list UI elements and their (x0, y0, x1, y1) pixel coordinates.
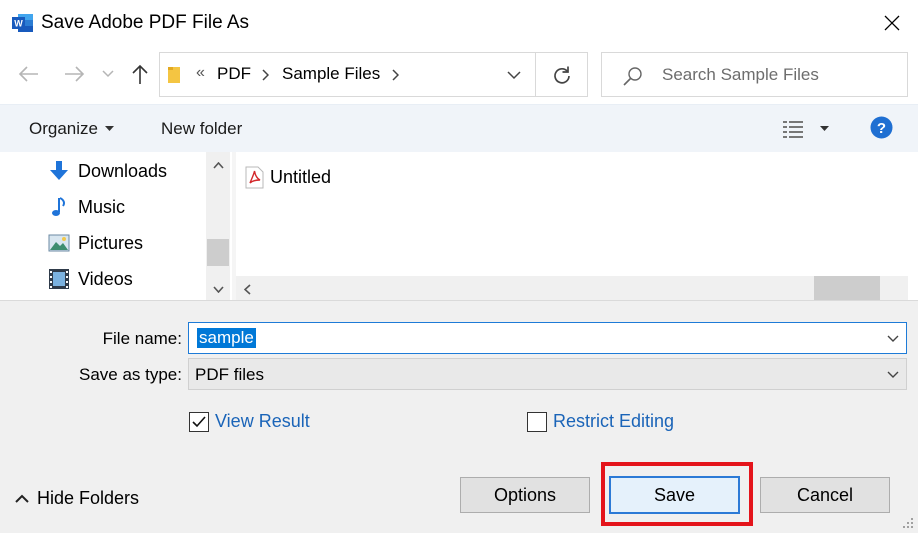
restrict-editing-option[interactable]: Restrict Editing (527, 411, 674, 432)
chevron-right-icon[interactable] (391, 69, 399, 81)
sidebar-item-videos[interactable]: Videos (48, 262, 133, 296)
svg-text:?: ? (877, 120, 886, 137)
view-options-button[interactable] (782, 119, 829, 139)
sidebar-item-label: Videos (78, 268, 133, 289)
arrow-right-icon (65, 66, 85, 82)
address-bar[interactable]: « PDF Sample Files (159, 52, 536, 97)
scrollbar-thumb[interactable] (814, 276, 880, 302)
scroll-up-icon[interactable] (213, 162, 224, 169)
navigation-scrollbar[interactable] (206, 152, 230, 300)
cancel-button[interactable]: Cancel (760, 477, 890, 513)
save-highlight-box (601, 462, 753, 526)
view-result-label[interactable]: View Result (215, 411, 310, 432)
organize-label: Organize (29, 119, 98, 138)
close-icon (884, 15, 900, 31)
hide-folders-button[interactable]: Hide Folders (15, 488, 139, 509)
breadcrumb-overflow[interactable]: « (196, 64, 205, 82)
sidebar-item-music[interactable]: Music (48, 190, 125, 224)
scroll-down-icon[interactable] (213, 286, 224, 293)
sidebar-item-pictures[interactable]: Pictures (48, 226, 143, 260)
organize-button[interactable]: Organize (29, 119, 114, 139)
chevron-down-icon[interactable] (887, 335, 899, 343)
refresh-button[interactable] (536, 52, 588, 97)
scrollbar-thumb[interactable] (207, 239, 229, 266)
help-icon[interactable]: ? (870, 116, 893, 139)
checkmark-icon (192, 415, 206, 427)
file-name-value: sample (197, 328, 256, 348)
recent-locations-button[interactable] (96, 58, 120, 90)
close-button[interactable] (872, 6, 912, 40)
view-result-option[interactable]: View Result (189, 411, 310, 432)
search-input[interactable]: Search Sample Files (601, 52, 908, 97)
save-type-value: PDF files (195, 365, 264, 384)
breadcrumb-sample-files[interactable]: Sample Files (282, 64, 380, 84)
chevron-down-icon[interactable] (507, 71, 521, 80)
caret-down-icon (820, 126, 829, 131)
command-bar: Organize New folder ? (0, 104, 918, 152)
arrow-left-icon (18, 66, 38, 82)
hide-folders-label: Hide Folders (37, 488, 140, 508)
horizontal-scrollbar[interactable] (236, 276, 900, 302)
view-result-checkbox[interactable] (189, 411, 209, 432)
list-item[interactable]: Untitled (245, 166, 331, 189)
save-type-select[interactable]: PDF files (188, 358, 907, 390)
sidebar-item-label: Pictures (78, 232, 144, 253)
sidebar-item-downloads[interactable]: Downloads (48, 154, 167, 188)
scroll-left-icon[interactable] (244, 284, 251, 295)
search-placeholder: Search Sample Files (662, 65, 819, 84)
restrict-editing-label[interactable]: Restrict Editing (553, 411, 674, 432)
file-name: Untitled (270, 167, 332, 187)
chevron-down-icon (887, 371, 899, 378)
details-view-icon (783, 121, 803, 138)
restrict-editing-checkbox[interactable] (527, 411, 547, 432)
navigation-pane[interactable]: Downloads Music Pictures Videos (0, 152, 232, 300)
resize-grip-icon[interactable] (902, 517, 914, 529)
new-folder-button[interactable]: New folder (161, 119, 242, 139)
up-button[interactable] (124, 58, 156, 90)
chevron-up-icon (15, 494, 29, 503)
pdf-icon (245, 166, 264, 189)
back-button[interactable] (13, 58, 45, 90)
options-button[interactable]: Options (460, 477, 590, 513)
file-name-field[interactable]: sample (188, 322, 907, 354)
sidebar-item-label: Downloads (78, 160, 168, 181)
folder-icon (168, 67, 180, 83)
chevron-right-icon[interactable] (261, 69, 269, 81)
sidebar-item-label: Music (78, 196, 126, 217)
breadcrumb-pdf[interactable]: PDF (217, 64, 251, 84)
forward-button[interactable] (58, 58, 90, 90)
caret-down-icon (104, 126, 114, 131)
svg-text:W: W (14, 19, 23, 29)
download-icon (50, 161, 68, 180)
music-icon (52, 197, 65, 216)
search-icon (623, 67, 642, 86)
title-bar: W Save Adobe PDF File As (0, 0, 918, 46)
word-icon: W (12, 14, 33, 32)
scroll-corner (892, 276, 908, 302)
videos-icon (49, 269, 69, 289)
window-title: Save Adobe PDF File As (41, 12, 250, 33)
file-name-label: File name: (102, 329, 182, 348)
arrow-up-icon (132, 64, 148, 84)
save-type-label: Save as type: (78, 365, 182, 384)
chevron-down-icon (102, 70, 114, 78)
pictures-icon (48, 234, 70, 252)
refresh-icon (553, 66, 570, 84)
